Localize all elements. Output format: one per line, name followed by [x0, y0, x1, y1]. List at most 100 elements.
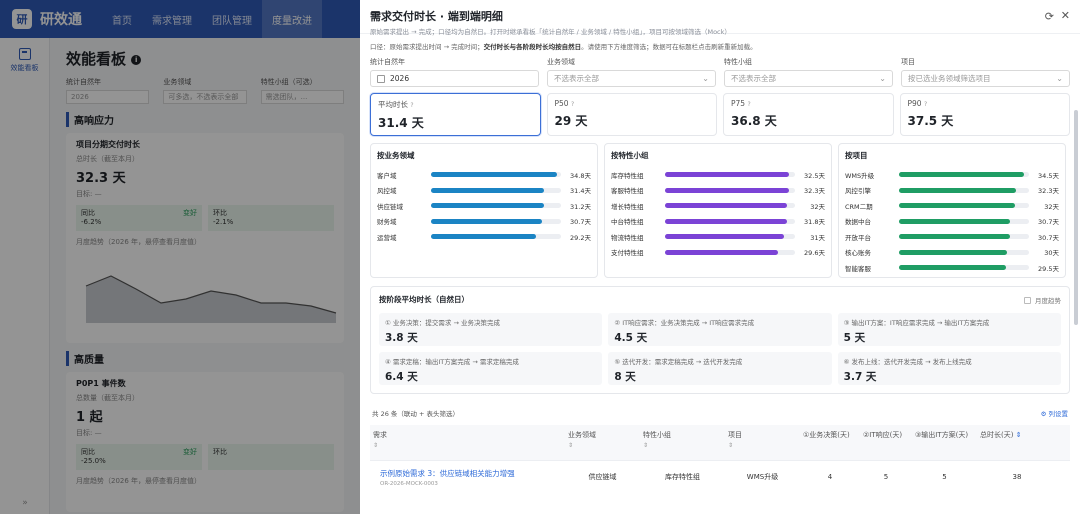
bar-fill — [431, 234, 537, 240]
bar-row[interactable]: 增长特性组 32天 — [611, 198, 825, 214]
close-icon[interactable]: ✕ — [1061, 9, 1070, 22]
bar-fill — [899, 234, 1010, 240]
bar-label: 支付特性组 — [611, 249, 644, 258]
modal-overlay[interactable] — [0, 0, 360, 514]
project-select[interactable]: 按已选业务领域筛选项目 ⌄ — [901, 70, 1070, 87]
bar-row[interactable]: 智能客服 29.5天 — [845, 260, 1059, 276]
column-settings-button[interactable]: ⚙ 列设置 — [1041, 408, 1068, 418]
bar-track — [899, 234, 1029, 240]
stage-card: ⑥ 发布上线：迭代开发完成 → 发布上线完成 3.7 天 — [837, 352, 1061, 385]
bar-fill — [899, 265, 1006, 271]
refresh-icon[interactable]: ⟳ — [1045, 10, 1054, 23]
kpi-row: 平均时长 ? 31.4 天 P50 ? 29 天 P75 ? 36.8 天 P90 ?… — [360, 87, 1080, 136]
th-team[interactable]: 特性小组 ⇕ — [640, 425, 725, 460]
bar-row[interactable]: 客户域 34.8天 — [377, 167, 591, 183]
bar-track — [431, 203, 561, 209]
bar-track — [431, 187, 561, 193]
bar-row[interactable]: 供应链域 31.2天 — [377, 198, 591, 214]
bar-value: 30.7天 — [570, 218, 591, 227]
stage-card: ⑤ 迭代开发：需求定稿完成 → 迭代开发完成 8 天 — [608, 352, 832, 385]
bar-label: 智能客服 — [845, 264, 871, 273]
bar-row[interactable]: 支付特性组 29.6天 — [611, 245, 825, 261]
bar-label: 供应链域 — [377, 202, 403, 211]
bar-value: 30天 — [1044, 249, 1059, 258]
bar-row[interactable]: 运营域 29.2天 — [377, 229, 591, 245]
bar-fill — [431, 187, 545, 193]
stage-card: ④ 需求定稿：输出IT方案完成 → 需求定稿完成 6.4 天 — [379, 352, 603, 385]
bar-value: 34.5天 — [1038, 171, 1059, 180]
scrollbar[interactable] — [1074, 110, 1078, 325]
bar-row[interactable]: 财务域 30.7天 — [377, 214, 591, 230]
th-domain[interactable]: 业务领域 ⇕ — [565, 425, 640, 460]
calendar-icon — [377, 74, 385, 83]
bar-fill — [899, 249, 1008, 255]
sort-icon: ⇕ — [568, 442, 574, 449]
bar-label: 开放平台 — [845, 233, 871, 242]
th-total[interactable]: 总时长(天) ⇕ — [977, 425, 1057, 460]
bar-row[interactable]: 开放平台 30.7天 — [845, 229, 1059, 245]
bar-row[interactable]: 风控引擎 32.3天 — [845, 183, 1059, 199]
bar-value: 34.8天 — [570, 171, 591, 180]
bar-row[interactable]: 风控域 31.4天 — [377, 183, 591, 199]
bar-track — [665, 234, 795, 240]
bar-track — [665, 172, 795, 178]
kpi-average[interactable]: 平均时长 ? 31.4 天 — [370, 93, 541, 136]
checkbox — [1024, 296, 1031, 304]
bar-row[interactable]: 中台特性组 31.8天 — [611, 214, 825, 230]
drawer-subtitle: 原始需求提出 → 完成；口径均为自然日。打开时继承看板「统计自然年 / 业务领域… — [370, 28, 731, 36]
th-requirement[interactable]: 需求 ⇕ — [370, 425, 565, 460]
bar-label: 客户域 — [377, 171, 397, 180]
requirement-link[interactable]: 示例原始需求 3：供应链域相关能力增强 — [380, 468, 562, 479]
table-row[interactable]: 示例原始需求 3：供应链域相关能力增强 OR-2026-MOCK-0003 供应链… — [370, 461, 1070, 493]
bar-label: 风控引擎 — [845, 187, 871, 196]
detail-drawer: 需求交付时长 · 端到端明细 原始需求提出 → 完成；口径均为自然日。打开时继承… — [360, 0, 1080, 514]
kpi-p50[interactable]: P50 ? 29 天 — [546, 93, 717, 136]
drawer-title: 需求交付时长 · 端到端明细 — [370, 10, 503, 23]
th-project[interactable]: 项目 ⇕ — [725, 425, 800, 460]
caliber-note: 口径：原始需求提出时间 → 完成时间；交付时长与各阶段时长均按自然日。请使用下方… — [370, 43, 757, 51]
bar-label: 数据中台 — [845, 218, 871, 227]
bar-track — [899, 249, 1029, 255]
drawer-filters: 统计自然年 2026 业务领域 不选表示全部 ⌄ 特性小组 不选表示全部 ⌄ 项目 … — [360, 51, 1080, 87]
domain-select[interactable]: 不选表示全部 ⌄ — [547, 70, 716, 87]
kpi-p75[interactable]: P75 ? 36.8 天 — [723, 93, 894, 136]
th-stage3[interactable]: ③输出IT方案(天) — [912, 425, 977, 460]
bar-track — [899, 265, 1029, 271]
bar-value: 31天 — [810, 233, 825, 242]
bar-row[interactable]: WMS升级 34.5天 — [845, 167, 1059, 183]
bar-label: WMS升级 — [845, 171, 875, 180]
help-icon: ? — [747, 101, 751, 108]
th-stage1[interactable]: ①业务决策(天) — [800, 425, 860, 460]
bar-fill — [899, 187, 1016, 193]
bar-row[interactable]: 客服特性组 32.3天 — [611, 183, 825, 199]
bar-fill — [431, 218, 542, 224]
bar-label: 风控域 — [377, 187, 397, 196]
bar-track — [899, 172, 1029, 178]
bar-value: 31.8天 — [804, 218, 825, 227]
bar-track — [665, 187, 795, 193]
bar-row[interactable]: 数据中台 30.7天 — [845, 214, 1059, 230]
bar-fill — [665, 218, 787, 224]
bar-track — [899, 187, 1029, 193]
bar-row[interactable]: CRM二期 32天 — [845, 198, 1059, 214]
breakdown-panels: 按业务领域 客户域 34.8天 风控域 31.4天 供应链域 31.2天 财务域 30.7天 运营… — [360, 136, 1080, 278]
bar-label: 物流特性组 — [611, 233, 644, 242]
bar-row[interactable]: 核心账务 30天 — [845, 245, 1059, 261]
bar-label: 核心账务 — [845, 249, 871, 258]
help-icon: ? — [570, 101, 575, 108]
monthly-trend-toggle[interactable]: 月度趋势 — [1024, 295, 1061, 305]
bar-track — [665, 218, 795, 224]
sort-icon: ⇕ — [728, 442, 734, 449]
bar-track — [899, 203, 1029, 209]
team-select[interactable]: 不选表示全部 ⌄ — [724, 70, 893, 87]
bar-row[interactable]: 库存特性组 32.5天 — [611, 167, 825, 183]
th-stage2[interactable]: ②IT响应(天) — [860, 425, 912, 460]
bar-row[interactable]: 物流特性组 31天 — [611, 229, 825, 245]
sort-icon: ⇕ — [373, 442, 379, 449]
year-picker[interactable]: 2026 — [370, 70, 539, 87]
stage-card: ③ 输出IT方案：IT响应需求完成 → 输出IT方案完成 5 天 — [837, 313, 1061, 346]
bar-value: 29.5天 — [1038, 264, 1059, 273]
bar-value: 29.6天 — [804, 249, 825, 258]
chevron-down-icon: ⌄ — [1056, 74, 1063, 83]
kpi-p90[interactable]: P90 ? 37.5 天 — [899, 93, 1070, 136]
